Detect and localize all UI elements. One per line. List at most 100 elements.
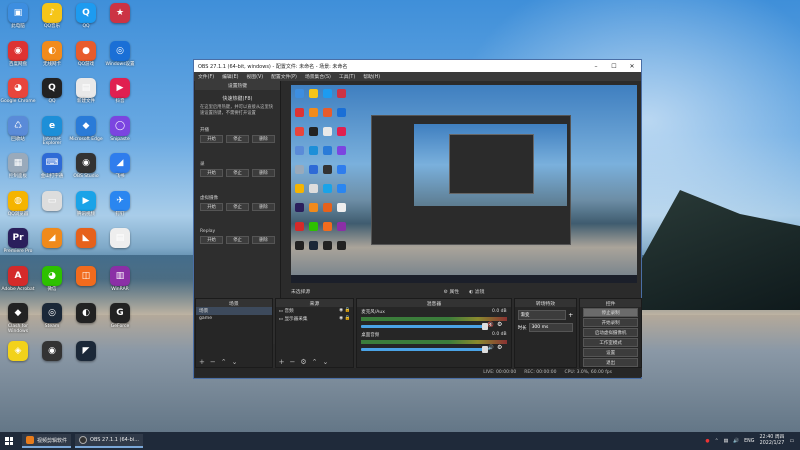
volume-slider[interactable] <box>361 322 489 330</box>
up-icon[interactable]: ⌃ <box>312 358 318 366</box>
start-recording-button[interactable]: 开始录制 <box>583 318 638 327</box>
desktop-icon[interactable]: ▶ 腾讯视频 <box>69 190 103 218</box>
menu-help[interactable]: 帮助(H) <box>363 73 380 80</box>
desktop-icon[interactable]: ◣ <box>69 228 103 250</box>
down-icon[interactable]: ⌄ <box>232 358 238 366</box>
hotkey-button[interactable]: 停止 <box>226 203 249 212</box>
desktop-icon[interactable]: ▶ 抖音 <box>103 78 137 105</box>
desktop-icon[interactable]: ◍ QQ浏览器 <box>1 190 35 218</box>
desktop-icon[interactable]: ▥ WinRAR <box>103 265 137 293</box>
gear-icon[interactable]: ⚙ <box>300 358 306 366</box>
desktop-icon[interactable]: ▭ <box>35 190 69 213</box>
menu-scene-collection[interactable]: 场景集合(S) <box>305 73 331 80</box>
desktop-icon[interactable]: ◤ <box>69 340 103 363</box>
menu-profile[interactable]: 配置文件(P) <box>271 73 297 80</box>
tray-app-icon[interactable]: ● <box>705 439 709 444</box>
desktop-icon[interactable]: ★ <box>103 3 137 25</box>
desktop-icon[interactable]: ◉ <box>35 340 69 363</box>
close-icon[interactable]: ✕ <box>623 63 641 70</box>
obs-window[interactable]: OBS 27.1.1 (64-bit, windows) - 配置文件: 未命名… <box>193 59 642 379</box>
desktop-icon[interactable]: ◐ 无线网卡 <box>35 40 69 68</box>
menu-file[interactable]: 文件(F) <box>198 73 214 80</box>
add-icon[interactable]: + <box>568 312 573 319</box>
desktop-icon[interactable]: ✈ 钉钉 <box>103 190 137 218</box>
exit-button[interactable]: 退出 <box>583 358 638 367</box>
start-button[interactable] <box>0 432 18 450</box>
add-icon[interactable]: + <box>199 358 205 366</box>
hotkey-button[interactable]: 开始 <box>200 169 223 178</box>
desktop-icon[interactable]: ◕ 微信 <box>35 265 69 293</box>
desktop-icon[interactable]: ◐ <box>69 303 103 325</box>
desktop-icon[interactable]: ♺ 回收站 <box>1 115 35 143</box>
down-icon[interactable]: ⌄ <box>323 358 329 366</box>
gear-icon[interactable]: ⚙ <box>497 321 502 328</box>
hotkey-button[interactable]: 开始 <box>200 236 223 245</box>
network-icon[interactable]: ▤ <box>724 439 729 444</box>
desktop-icon[interactable]: ◉ 百度网盘 <box>1 40 35 68</box>
source-item[interactable]: ▭ 音频 ◉ 🔒 <box>276 307 354 315</box>
studio-mode-button[interactable]: 工作室模式 <box>583 338 638 347</box>
desktop-icon[interactable]: ▦ 控制面板 <box>1 153 35 180</box>
gear-icon[interactable]: ⚙ <box>497 344 502 351</box>
properties-button[interactable]: ⚙ 属性 <box>444 288 459 295</box>
obs-titlebar[interactable]: OBS 27.1.1 (64-bit, windows) - 配置文件: 未命名… <box>194 60 641 72</box>
scene-item[interactable]: game <box>196 315 272 322</box>
taskbar-app[interactable]: 视频剪辑软件 <box>22 434 72 448</box>
duration-input[interactable]: 300 ms <box>528 323 574 332</box>
hotkey-button[interactable]: 停止 <box>226 236 249 245</box>
maximize-icon[interactable]: ☐ <box>605 63 623 70</box>
desktop-icon[interactable]: ◢ 飞书 <box>103 153 137 180</box>
volume-slider[interactable] <box>361 345 489 353</box>
add-icon[interactable]: + <box>279 358 285 366</box>
hotkey-button[interactable]: 删除 <box>252 135 275 144</box>
desktop-icon[interactable]: ◆ Clash for Windows <box>1 303 35 335</box>
desktop-icon[interactable]: ◯ Snipaste <box>103 115 137 143</box>
scene-item[interactable]: 场景 <box>196 307 272 315</box>
hotkey-button[interactable]: 开始 <box>200 203 223 212</box>
chevron-up-icon[interactable]: ⌃ <box>715 439 719 444</box>
desktop-icon[interactable]: ◎ Steam <box>35 303 69 330</box>
language-indicator[interactable]: ENG <box>744 439 754 444</box>
hotkey-button[interactable]: 删除 <box>252 236 275 245</box>
desktop-icon[interactable]: ♪ QQ音乐 <box>35 3 69 30</box>
speaker-icon[interactable]: 🔊 <box>488 345 494 351</box>
taskbar-app-obs[interactable]: OBS 27.1.1 (64-bi... <box>75 434 143 448</box>
desktop-icon[interactable]: Q QQ <box>69 3 103 30</box>
remove-icon[interactable]: − <box>210 358 216 366</box>
minimize-icon[interactable]: – <box>587 63 605 70</box>
notification-icon[interactable]: ▭ <box>789 439 794 444</box>
hotkey-button[interactable]: 开始 <box>200 135 223 144</box>
mute-icon[interactable]: 🔇 <box>488 322 494 328</box>
settings-button[interactable]: 设置 <box>583 348 638 357</box>
volume-icon[interactable]: 🔊 <box>733 439 739 444</box>
hotkey-button[interactable]: 删除 <box>252 169 275 178</box>
desktop-icon[interactable]: G GeForce <box>103 303 137 330</box>
desktop-icon[interactable]: ◢ <box>35 228 69 250</box>
desktop-icon[interactable]: A Adobe Acrobat <box>1 265 35 293</box>
eye-icon[interactable]: ◉ 🔒 <box>339 316 350 321</box>
desktop-icon[interactable]: ◉ OBS Studio <box>69 153 103 180</box>
menu-edit[interactable]: 编辑(E) <box>222 73 238 80</box>
hotkey-button[interactable]: 删除 <box>252 203 275 212</box>
remove-icon[interactable]: − <box>290 358 296 366</box>
source-item[interactable]: ▭ 显示器采集 ◉ 🔒 <box>276 315 354 323</box>
menu-tools[interactable]: 工具(T) <box>339 73 355 80</box>
desktop-icon[interactable]: ▤ <box>103 228 137 250</box>
desktop-icon[interactable]: ◆ Microsoft Edge <box>69 115 103 143</box>
hotkey-button[interactable]: 停止 <box>226 169 249 178</box>
menu-view[interactable]: 视图(V) <box>246 73 263 80</box>
desktop-icon[interactable]: ⌨ 金山打字通 <box>35 153 69 180</box>
desktop-icon[interactable]: ▤ 新建文件 <box>69 78 103 105</box>
preview-canvas[interactable] <box>291 85 637 283</box>
desktop-icon[interactable]: Q QQ <box>35 78 69 105</box>
desktop-icon[interactable]: ◫ <box>69 265 103 288</box>
start-virtual-camera-button[interactable]: 启动虚拟摄像机 <box>583 328 638 337</box>
desktop-icon[interactable]: e Internet Explorer <box>35 115 69 148</box>
desktop-icon[interactable]: ▣ 此电脑 <box>1 3 35 30</box>
desktop-icon[interactable]: ◎ Windows设置 <box>103 40 137 68</box>
clock[interactable]: 22:40 周四 2022/1/27 <box>760 435 785 447</box>
hotkey-button[interactable]: 停止 <box>226 135 249 144</box>
stop-recording-button[interactable]: 停止录制 <box>583 308 638 317</box>
desktop-icon[interactable]: ◕ Google Chrome <box>1 78 35 105</box>
eye-icon[interactable]: ◉ 🔒 <box>339 308 350 313</box>
